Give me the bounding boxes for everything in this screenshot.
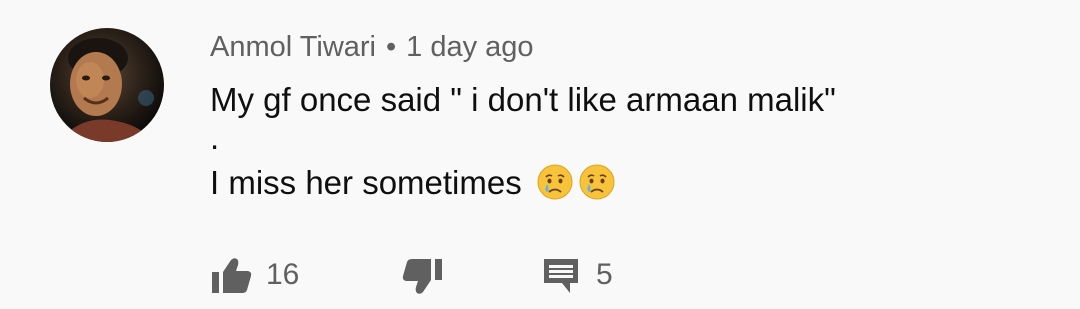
avatar[interactable]: [50, 28, 164, 142]
comment-text-line-1: My gf once said " i don't like armaan ma…: [210, 81, 836, 118]
crying-face-icon: [579, 164, 615, 200]
reply-count: 5: [596, 258, 613, 291]
reply-button[interactable]: 5: [540, 253, 613, 297]
author-name[interactable]: Anmol Tiwari: [210, 31, 376, 63]
avatar-image: [58, 38, 154, 142]
comment-text-line-3-label: I miss her sometimes: [210, 164, 522, 201]
thumbs-up-icon: [212, 258, 252, 293]
crying-face-icon: [537, 164, 573, 200]
comment-time[interactable]: 1 day ago: [406, 31, 533, 63]
like-button[interactable]: 16: [210, 253, 299, 297]
dislike-button[interactable]: [400, 253, 444, 297]
thumbs-down-icon: [402, 259, 442, 294]
meta-separator: •: [386, 31, 397, 63]
like-count: 16: [266, 258, 300, 291]
reply-icon: [544, 259, 578, 293]
comment-meta: Anmol Tiwari • 1 day ago: [210, 30, 534, 64]
comment-text-line-2: .: [210, 119, 220, 156]
comment-text-line-3: I miss her sometimes: [210, 163, 615, 203]
comment: Anmol Tiwari • 1 day ago My gf once said "…: [0, 0, 1080, 309]
